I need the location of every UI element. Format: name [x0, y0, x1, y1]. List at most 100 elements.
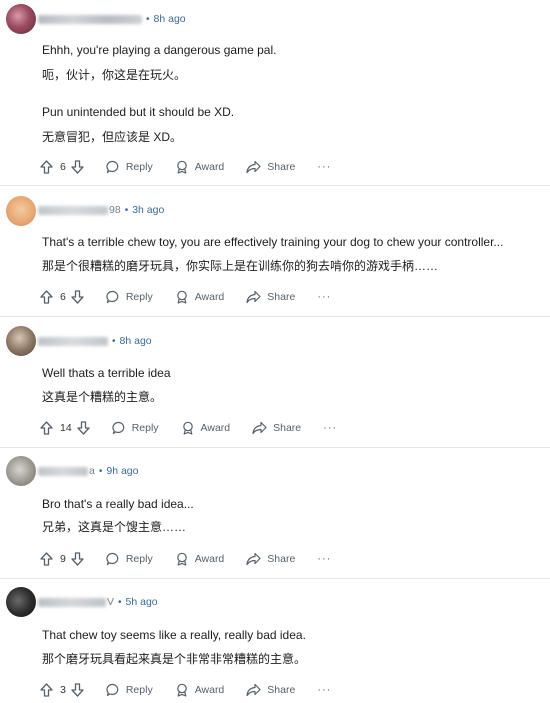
- username-suffix: a: [89, 465, 95, 477]
- share-label: Share: [267, 291, 296, 303]
- award-button[interactable]: Award: [175, 290, 225, 304]
- comment-meta: a • 9h ago: [38, 463, 138, 479]
- more-options-button[interactable]: ···: [317, 291, 331, 303]
- reply-label: Reply: [131, 422, 159, 434]
- award-icon: [181, 421, 201, 435]
- vote-count: 9: [60, 553, 66, 565]
- username[interactable]: [38, 205, 108, 215]
- comment-actions: 6 Reply Award Share ···: [40, 286, 331, 308]
- more-options-button[interactable]: ···: [317, 553, 331, 565]
- arrow-up-icon[interactable]: [40, 683, 53, 697]
- reply-button[interactable]: Reply: [106, 160, 153, 174]
- username[interactable]: [38, 14, 142, 24]
- comment-meta: 98 • 3h ago: [38, 202, 164, 218]
- comment-text-line: That's a terrible chew toy, you are effe…: [42, 235, 504, 249]
- vote-group: 3: [40, 683, 84, 697]
- comment-actions: 3 Reply Award Share ···: [40, 679, 331, 701]
- arrow-down-icon[interactable]: [71, 552, 84, 566]
- comment-actions: 9 Reply Award Share ···: [40, 548, 331, 570]
- comment-text-line: 这真是个糟糕的主意。: [42, 390, 163, 404]
- reply-label: Reply: [125, 161, 153, 173]
- award-icon: [175, 160, 195, 174]
- share-arrow-icon: [246, 552, 267, 566]
- award-icon: [175, 683, 195, 697]
- comment-divider: [0, 185, 550, 186]
- speech-bubble-icon: [106, 683, 126, 697]
- reply-button[interactable]: Reply: [106, 290, 153, 304]
- share-button[interactable]: Share: [246, 552, 295, 566]
- vote-count: 3: [60, 684, 66, 696]
- award-button[interactable]: Award: [175, 160, 225, 174]
- share-button[interactable]: Share: [246, 683, 295, 697]
- comment-divider: [0, 447, 550, 448]
- vote-count: 6: [60, 291, 66, 303]
- avatar[interactable]: [6, 587, 36, 617]
- vote-group: 14: [40, 421, 90, 435]
- comment-text-line: Well thats a terrible idea: [42, 366, 171, 380]
- comment-text-line: 那是个很糟糕的磨牙玩具，你实际上是在训练你的狗去啃你的游戏手柄……: [42, 259, 439, 273]
- comment-actions: 6 Reply Award Share ···: [40, 156, 331, 178]
- username[interactable]: [38, 597, 106, 607]
- award-button[interactable]: Award: [175, 552, 225, 566]
- award-button[interactable]: Award: [175, 683, 225, 697]
- arrow-up-icon[interactable]: [40, 160, 53, 174]
- share-label: Share: [267, 553, 296, 565]
- award-label: Award: [194, 161, 225, 173]
- share-label: Share: [273, 422, 302, 434]
- arrow-down-icon[interactable]: [71, 290, 84, 304]
- more-options-button[interactable]: ···: [317, 161, 331, 173]
- comment-meta: • 8h ago: [38, 333, 152, 349]
- comment-text-line: 那个磨牙玩具看起来真是个非常非常糟糕的主意。: [42, 652, 307, 666]
- comment-text-line: Bro that's a really bad idea...: [42, 497, 194, 511]
- arrow-up-icon[interactable]: [40, 552, 53, 566]
- avatar[interactable]: [6, 196, 36, 226]
- avatar[interactable]: [6, 326, 36, 356]
- more-options-button[interactable]: ···: [323, 422, 337, 434]
- speech-bubble-icon: [106, 160, 126, 174]
- award-icon: [175, 290, 195, 304]
- comment-actions: 14 Reply Award Share ···: [40, 417, 337, 439]
- award-label: Award: [194, 291, 225, 303]
- share-button[interactable]: Share: [246, 160, 295, 174]
- arrow-up-icon[interactable]: [40, 290, 53, 304]
- award-icon: [175, 552, 195, 566]
- comment-meta: • 8h ago: [38, 11, 186, 27]
- comment-text-line: 兄弟，这真是个馊主意……: [42, 520, 187, 534]
- username-suffix: V: [107, 596, 115, 608]
- username-suffix: 98: [109, 204, 121, 216]
- avatar[interactable]: [6, 456, 36, 486]
- username[interactable]: [38, 466, 88, 476]
- timestamp[interactable]: 8h ago: [154, 13, 186, 25]
- share-button[interactable]: Share: [252, 421, 301, 435]
- timestamp[interactable]: 9h ago: [106, 465, 138, 477]
- share-label: Share: [267, 684, 296, 696]
- award-label: Award: [194, 684, 225, 696]
- vote-group: 9: [40, 552, 84, 566]
- username[interactable]: [38, 336, 108, 346]
- reply-label: Reply: [125, 291, 153, 303]
- reply-label: Reply: [125, 684, 153, 696]
- speech-bubble-icon: [106, 552, 126, 566]
- reply-button[interactable]: Reply: [112, 421, 159, 435]
- comment-text-line: 无意冒犯，但应该是 XD。: [42, 130, 183, 144]
- timestamp[interactable]: 8h ago: [120, 335, 152, 347]
- award-label: Award: [194, 553, 225, 565]
- arrow-up-icon[interactable]: [40, 421, 53, 435]
- share-button[interactable]: Share: [246, 290, 295, 304]
- comment-text-line: That chew toy seems like a really, reall…: [42, 628, 306, 642]
- timestamp[interactable]: 3h ago: [132, 204, 164, 216]
- comment-text-line: 呃，伙计，你这是在玩火。: [42, 68, 187, 82]
- comment-text-line: Ehhh, you're playing a dangerous game pa…: [42, 43, 277, 57]
- award-button[interactable]: Award: [181, 421, 230, 435]
- arrow-down-icon[interactable]: [77, 421, 90, 435]
- arrow-down-icon[interactable]: [71, 160, 84, 174]
- avatar[interactable]: [6, 4, 36, 34]
- reply-button[interactable]: Reply: [106, 552, 153, 566]
- comment-divider: [0, 578, 550, 579]
- reply-label: Reply: [125, 553, 153, 565]
- arrow-down-icon[interactable]: [71, 683, 84, 697]
- timestamp[interactable]: 5h ago: [126, 596, 158, 608]
- speech-bubble-icon: [106, 290, 126, 304]
- reply-button[interactable]: Reply: [106, 683, 153, 697]
- more-options-button[interactable]: ···: [317, 684, 331, 696]
